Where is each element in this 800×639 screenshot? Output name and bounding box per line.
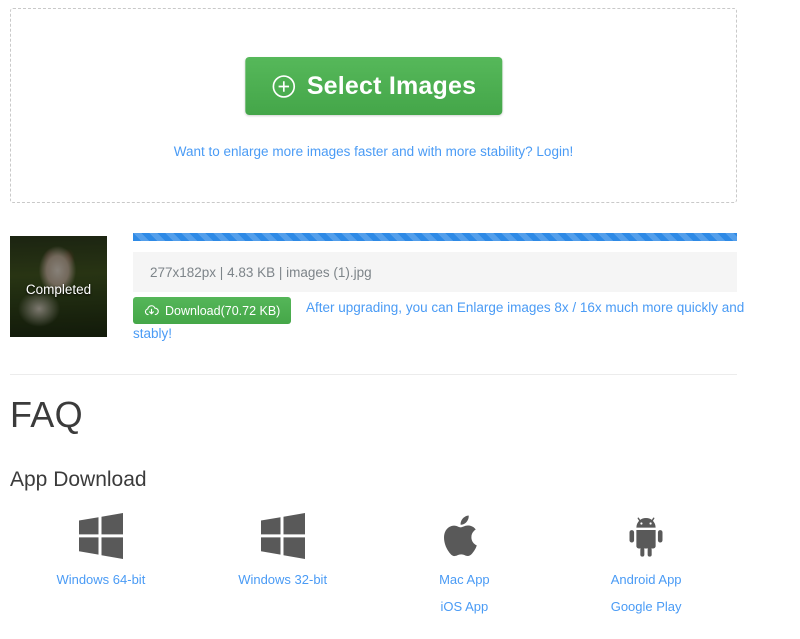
app-column-apple: Mac App iOS App (374, 512, 556, 614)
file-info-bar: 277x182px | 4.83 KB | images (1).jpg (133, 252, 737, 292)
file-info-text: 277x182px | 4.83 KB | images (1).jpg (150, 264, 372, 280)
select-images-button[interactable]: Select Images (244, 57, 503, 115)
plus-circle-icon (271, 74, 296, 99)
windows-logo-icon (77, 512, 125, 560)
progress-bar (133, 233, 737, 241)
progress-bar-fill (133, 233, 737, 241)
app-links-windows-32: Windows 32-bit (238, 572, 327, 587)
app-links-windows-64: Windows 64-bit (56, 572, 145, 587)
section-divider (10, 374, 737, 375)
android-logo-icon (624, 512, 668, 560)
login-prompt-link[interactable]: Want to enlarge more images faster and w… (11, 144, 736, 159)
app-link[interactable]: Windows 32-bit (238, 572, 327, 587)
app-link[interactable]: Android App (611, 572, 682, 587)
apple-logo-icon (444, 512, 484, 560)
app-links-android: Android App Google Play (611, 572, 682, 614)
upload-dropzone[interactable]: Select Images Want to enlarge more image… (10, 8, 737, 203)
app-download-grid: Windows 64-bit Windows 32-bit Mac App iO… (10, 512, 737, 614)
app-download-heading: App Download (10, 468, 147, 491)
app-link[interactable]: Windows 64-bit (56, 572, 145, 587)
app-link[interactable]: Mac App (439, 572, 490, 587)
app-column-android: Android App Google Play (555, 512, 737, 614)
app-column-windows-32: Windows 32-bit (192, 512, 374, 614)
download-button-label: Download(70.72 KB) (165, 303, 281, 318)
cloud-download-icon (144, 303, 159, 318)
windows-logo-icon (259, 512, 307, 560)
select-images-label: Select Images (306, 71, 477, 100)
app-column-windows-64: Windows 64-bit (10, 512, 192, 614)
app-link[interactable]: iOS App (441, 599, 489, 614)
status-badge: Completed (25, 282, 92, 297)
download-button[interactable]: Download(70.72 KB) (133, 297, 292, 324)
faq-heading: FAQ (10, 394, 83, 435)
image-thumbnail[interactable]: Completed (10, 236, 107, 337)
app-link[interactable]: Google Play (611, 599, 682, 614)
app-links-apple: Mac App iOS App (439, 572, 490, 614)
